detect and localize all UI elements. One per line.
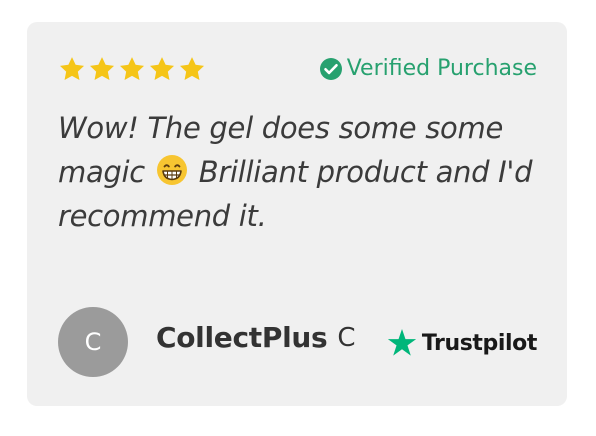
trustpilot-logo[interactable]: Trustpilot xyxy=(386,327,537,359)
trustpilot-star-icon xyxy=(386,327,418,359)
avatar: C xyxy=(58,307,128,377)
rating-stars xyxy=(58,55,206,83)
author-suffix: C xyxy=(337,322,356,353)
trustpilot-wordmark: Trustpilot xyxy=(421,330,538,356)
star-icon xyxy=(118,55,146,83)
star-icon xyxy=(178,55,206,83)
verified-purchase-badge: Verified Purchase xyxy=(319,57,537,81)
star-icon xyxy=(88,55,116,83)
grinning-face-emoji-icon xyxy=(156,154,188,186)
author-info: CollectPlus C xyxy=(156,321,356,354)
author-name: CollectPlus xyxy=(156,321,328,354)
review-body: Wow! The gel does some some magic Brilli… xyxy=(58,106,548,238)
star-icon xyxy=(148,55,176,83)
review-footer: C CollectPlus C Trustpilot xyxy=(58,307,537,377)
star-icon xyxy=(58,55,86,83)
review-card: Verified Purchase Wow! The gel does some… xyxy=(27,22,567,406)
check-circle-icon xyxy=(319,57,343,81)
verified-label: Verified Purchase xyxy=(346,56,537,81)
avatar-initial: C xyxy=(84,328,102,356)
